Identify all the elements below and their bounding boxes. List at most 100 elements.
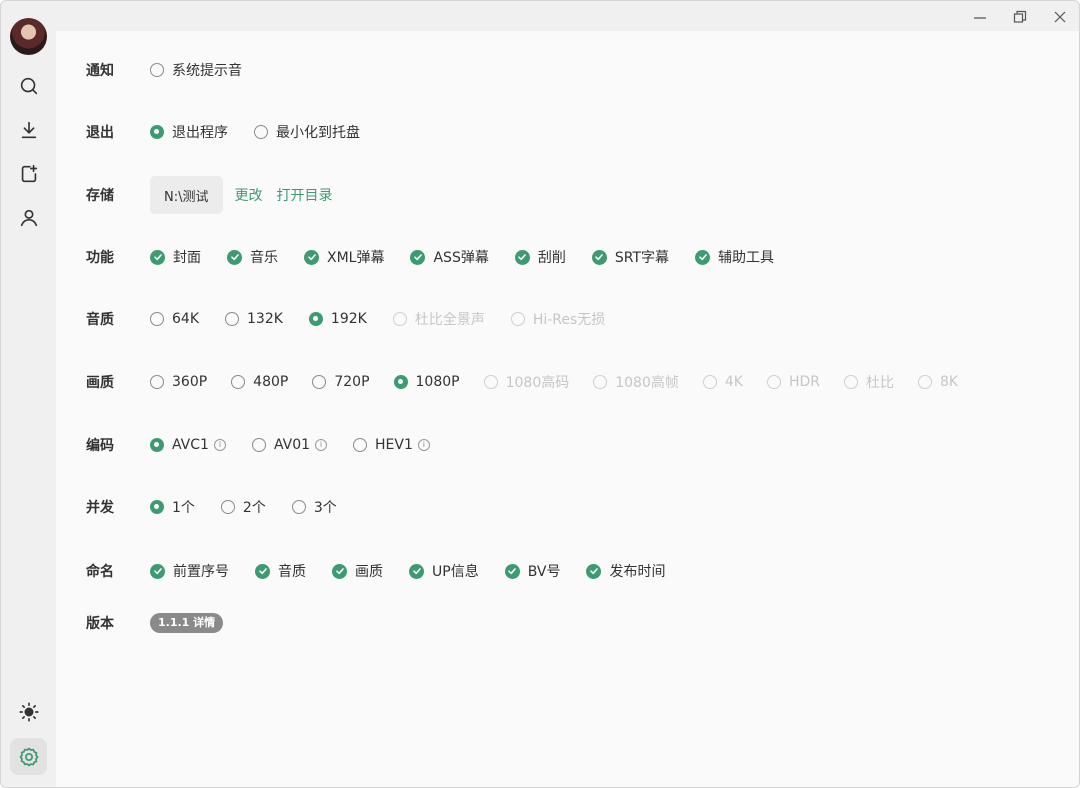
radio-button[interactable]	[225, 312, 239, 326]
radio-button[interactable]	[231, 375, 246, 389]
setting-storage: 存储 N:\测试 更改 打开目录	[86, 176, 347, 214]
check-icon	[590, 568, 598, 575]
radio-button	[702, 375, 717, 389]
radio-button	[483, 375, 498, 389]
option-concurrency-1[interactable]: 1个	[150, 497, 195, 517]
radio-button[interactable]	[291, 500, 306, 514]
radio-button[interactable]	[150, 500, 164, 514]
setting-label: 退出	[86, 125, 114, 141]
option-360p[interactable]: 360P	[150, 374, 207, 390]
radio-button	[766, 375, 781, 389]
radio-button[interactable]	[312, 375, 327, 389]
option-minimize-tray[interactable]: 最小化到托盘	[254, 122, 360, 142]
settings-panel: 通知 系统提示音 退出 退出程序 最小化到托盘 存储 N:\测试 更改 打开目录	[56, 31, 1079, 787]
info-icon[interactable]: i	[417, 439, 430, 451]
option-avc1[interactable]: AVC1 i	[150, 437, 226, 453]
option-srt-subtitle[interactable]: SRT字幕	[591, 247, 669, 267]
radio-button[interactable]	[150, 63, 164, 77]
option-1080-high-fps: 1080高帧	[593, 372, 679, 392]
version-badge[interactable]: 1.1.1 详情	[150, 613, 224, 633]
checkbox[interactable]	[514, 249, 530, 265]
sidebar-item-add-task[interactable]	[10, 155, 47, 192]
option-music[interactable]: 音乐	[227, 247, 278, 267]
checkbox[interactable]	[255, 563, 270, 579]
radio-button[interactable]	[220, 500, 235, 514]
option-name-video[interactable]: 画质	[332, 561, 383, 581]
gear-icon	[19, 747, 38, 766]
minimize-button[interactable]	[970, 7, 990, 27]
setting-label: 音质	[86, 312, 114, 328]
option-prefix-index[interactable]: 前置序号	[150, 561, 229, 581]
option-cover[interactable]: 封面	[150, 247, 201, 267]
option-av01[interactable]: AV01 i	[251, 437, 328, 453]
radio-button[interactable]	[150, 438, 164, 452]
checkbox[interactable]	[586, 563, 602, 579]
option-192k[interactable]: 192K	[308, 311, 367, 327]
close-button[interactable]	[1050, 7, 1070, 27]
radio-button[interactable]	[251, 438, 266, 452]
radio-button	[510, 312, 525, 326]
checkbox[interactable]	[150, 249, 165, 265]
setting-label: 画质	[86, 375, 114, 391]
sidebar-item-search[interactable]	[10, 67, 47, 104]
change-path-link[interactable]: 更改	[235, 185, 263, 205]
search-icon	[20, 77, 37, 94]
option-1080p[interactable]: 1080P	[393, 374, 460, 390]
minimize-icon	[974, 17, 986, 19]
option-ass-danmaku[interactable]: ASS弹幕	[410, 247, 489, 267]
setting-naming: 命名 前置序号 音质 画质 UP信息 BV号 发布时间	[86, 559, 691, 583]
checkbox[interactable]	[591, 249, 607, 265]
radio-button[interactable]	[150, 375, 164, 389]
setting-label: 版本	[86, 616, 114, 632]
radio-button[interactable]	[393, 375, 408, 389]
setting-label: 编码	[86, 438, 114, 454]
checkbox[interactable]	[150, 563, 165, 579]
option-bv-number[interactable]: BV号	[504, 561, 560, 581]
avatar[interactable]	[10, 18, 47, 55]
option-132k[interactable]: 132K	[225, 311, 283, 327]
option-64k[interactable]: 64K	[150, 311, 199, 327]
sidebar-item-settings[interactable]	[10, 738, 47, 775]
download-icon	[21, 121, 36, 138]
radio-button[interactable]	[150, 125, 164, 139]
radio-button	[392, 312, 407, 326]
option-tools[interactable]: 辅助工具	[695, 247, 774, 267]
option-name-audio[interactable]: 音质	[255, 561, 306, 581]
checkbox[interactable]	[227, 249, 242, 265]
check-icon	[508, 568, 517, 575]
checkbox[interactable]	[304, 249, 319, 265]
check-icon	[335, 568, 344, 575]
open-folder-link[interactable]: 打开目录	[277, 185, 333, 205]
radio-button[interactable]	[353, 438, 368, 452]
sidebar-item-download[interactable]	[10, 111, 47, 148]
checkbox[interactable]	[504, 563, 520, 579]
option-concurrency-3[interactable]: 3个	[291, 497, 337, 517]
setting-codec: 编码 AVC1 i AV01 i HEV1 i	[86, 433, 456, 457]
checkbox[interactable]	[410, 249, 426, 265]
radio-button[interactable]	[254, 125, 268, 139]
restore-button[interactable]	[1010, 7, 1030, 27]
option-scrape[interactable]: 刮削	[514, 247, 566, 267]
checkbox[interactable]	[409, 563, 424, 579]
option-publish-time[interactable]: 发布时间	[586, 561, 665, 581]
setting-label: 命名	[86, 564, 114, 580]
radio-button[interactable]	[150, 312, 164, 326]
sidebar-item-theme[interactable]	[10, 693, 47, 730]
option-exit-program[interactable]: 退出程序	[150, 122, 228, 142]
option-system-sound[interactable]: 系统提示音	[150, 60, 242, 80]
check-icon	[153, 254, 162, 261]
option-up-info[interactable]: UP信息	[409, 561, 479, 581]
checkbox[interactable]	[332, 563, 347, 579]
option-480p[interactable]: 480P	[231, 374, 288, 390]
info-icon[interactable]: i	[315, 439, 328, 451]
info-icon[interactable]: i	[213, 439, 226, 451]
user-icon	[20, 209, 37, 226]
storage-path[interactable]: N:\测试	[150, 176, 223, 214]
sidebar-item-user[interactable]	[10, 199, 47, 236]
option-hev1[interactable]: HEV1 i	[353, 437, 430, 453]
checkbox[interactable]	[695, 249, 710, 265]
option-720p[interactable]: 720P	[312, 374, 370, 390]
radio-button[interactable]	[308, 312, 323, 326]
option-xml-danmaku[interactable]: XML弹幕	[304, 247, 384, 267]
option-concurrency-2[interactable]: 2个	[220, 497, 266, 517]
